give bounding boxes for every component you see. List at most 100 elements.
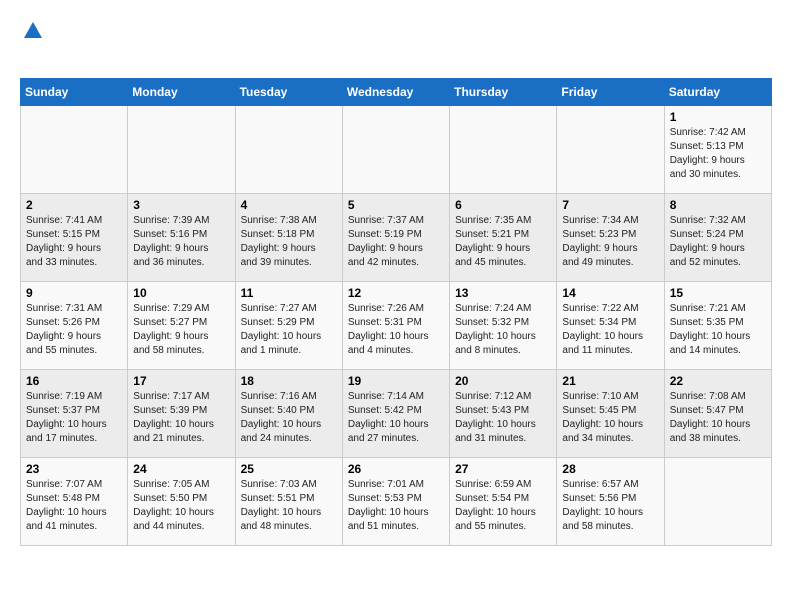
day-number: 1 [670, 110, 766, 124]
week-row-4: 16 Sunrise: 7:19 AM Sunset: 5:37 PM Dayli… [21, 370, 772, 458]
day-info: Sunrise: 7:08 AM Sunset: 5:47 PM Dayligh… [670, 390, 766, 446]
calendar-cell [557, 106, 664, 194]
calendar-cell: 8 Sunrise: 7:32 AM Sunset: 5:24 PM Daylig… [664, 194, 771, 282]
calendar-cell [21, 106, 128, 194]
day-info: Sunrise: 7:39 AM Sunset: 5:16 PM Dayligh… [133, 214, 229, 270]
header-thursday: Thursday [450, 79, 557, 106]
day-info: Sunrise: 6:59 AM Sunset: 5:54 PM Dayligh… [455, 478, 551, 534]
header-sunday: Sunday [21, 79, 128, 106]
header-friday: Friday [557, 79, 664, 106]
calendar-cell: 22 Sunrise: 7:08 AM Sunset: 5:47 PM Dayli… [664, 370, 771, 458]
calendar-cell: 12Sunrise: 7:26 AM Sunset: 5:31 PM Dayli… [342, 282, 449, 370]
calendar-cell: 10Sunrise: 7:29 AM Sunset: 5:27 PM Dayli… [128, 282, 235, 370]
day-number: 27 [455, 462, 551, 476]
day-number: 18 [241, 374, 337, 388]
day-number: 6 [455, 198, 551, 212]
day-info: Sunrise: 7:35 AM Sunset: 5:21 PM Dayligh… [455, 214, 551, 270]
day-number: 16 [26, 374, 122, 388]
calendar-cell: 9 Sunrise: 7:31 AM Sunset: 5:26 PM Daylig… [21, 282, 128, 370]
day-number: 23 [26, 462, 122, 476]
calendar-cell [450, 106, 557, 194]
day-number: 8 [670, 198, 766, 212]
calendar-cell [235, 106, 342, 194]
week-row-5: 23 Sunrise: 7:07 AM Sunset: 5:48 PM Dayli… [21, 458, 772, 546]
calendar-cell: 19 Sunrise: 7:14 AM Sunset: 5:42 PM Dayli… [342, 370, 449, 458]
calendar-cell [664, 458, 771, 546]
day-info: Sunrise: 7:10 AM Sunset: 5:45 PM Dayligh… [562, 390, 658, 446]
calendar-cell: 28 Sunrise: 6:57 AM Sunset: 5:56 PM Dayli… [557, 458, 664, 546]
calendar-cell: 27 Sunrise: 6:59 AM Sunset: 5:54 PM Dayli… [450, 458, 557, 546]
calendar-cell: 3 Sunrise: 7:39 AM Sunset: 5:16 PM Daylig… [128, 194, 235, 282]
day-number: 20 [455, 374, 551, 388]
day-info: Sunrise: 7:27 AM Sunset: 5:29 PM Dayligh… [241, 302, 337, 358]
day-number: 4 [241, 198, 337, 212]
day-number: 2 [26, 198, 122, 212]
calendar-cell: 13Sunrise: 7:24 AM Sunset: 5:32 PM Dayli… [450, 282, 557, 370]
day-info: Sunrise: 7:07 AM Sunset: 5:48 PM Dayligh… [26, 478, 122, 534]
logo-icon [22, 20, 44, 42]
day-number: 14 [562, 286, 658, 300]
day-number: 24 [133, 462, 229, 476]
page-header [20, 20, 772, 68]
day-info: Sunrise: 7:16 AM Sunset: 5:40 PM Dayligh… [241, 390, 337, 446]
day-info: Sunrise: 7:34 AM Sunset: 5:23 PM Dayligh… [562, 214, 658, 270]
day-number: 9 [26, 286, 122, 300]
day-number: 26 [348, 462, 444, 476]
day-info: Sunrise: 7:14 AM Sunset: 5:42 PM Dayligh… [348, 390, 444, 446]
calendar-cell [128, 106, 235, 194]
calendar-cell: 24 Sunrise: 7:05 AM Sunset: 5:50 PM Dayli… [128, 458, 235, 546]
header-wednesday: Wednesday [342, 79, 449, 106]
calendar-cell: 18 Sunrise: 7:16 AM Sunset: 5:40 PM Dayli… [235, 370, 342, 458]
day-info: Sunrise: 7:12 AM Sunset: 5:43 PM Dayligh… [455, 390, 551, 446]
day-number: 3 [133, 198, 229, 212]
day-number: 17 [133, 374, 229, 388]
day-info: Sunrise: 7:38 AM Sunset: 5:18 PM Dayligh… [241, 214, 337, 270]
calendar-cell: 23 Sunrise: 7:07 AM Sunset: 5:48 PM Dayli… [21, 458, 128, 546]
day-number: 10 [133, 286, 229, 300]
calendar-cell [342, 106, 449, 194]
calendar-cell: 16 Sunrise: 7:19 AM Sunset: 5:37 PM Dayli… [21, 370, 128, 458]
calendar-cell: 25 Sunrise: 7:03 AM Sunset: 5:51 PM Dayli… [235, 458, 342, 546]
day-info: Sunrise: 7:26 AM Sunset: 5:31 PM Dayligh… [348, 302, 444, 358]
day-info: Sunrise: 7:22 AM Sunset: 5:34 PM Dayligh… [562, 302, 658, 358]
calendar-cell: 7 Sunrise: 7:34 AM Sunset: 5:23 PM Daylig… [557, 194, 664, 282]
header-tuesday: Tuesday [235, 79, 342, 106]
week-row-2: 2 Sunrise: 7:41 AM Sunset: 5:15 PM Daylig… [21, 194, 772, 282]
calendar-cell: 20 Sunrise: 7:12 AM Sunset: 5:43 PM Dayli… [450, 370, 557, 458]
day-number: 25 [241, 462, 337, 476]
day-info: Sunrise: 7:19 AM Sunset: 5:37 PM Dayligh… [26, 390, 122, 446]
day-number: 19 [348, 374, 444, 388]
day-number: 28 [562, 462, 658, 476]
calendar-cell: 26 Sunrise: 7:01 AM Sunset: 5:53 PM Dayli… [342, 458, 449, 546]
calendar-cell: 11 Sunrise: 7:27 AM Sunset: 5:29 PM Dayli… [235, 282, 342, 370]
day-info: Sunrise: 7:01 AM Sunset: 5:53 PM Dayligh… [348, 478, 444, 534]
logo [20, 20, 46, 68]
calendar-body: 1 Sunrise: 7:42 AM Sunset: 5:13 PM Daylig… [21, 106, 772, 546]
day-number: 7 [562, 198, 658, 212]
day-number: 22 [670, 374, 766, 388]
day-info: Sunrise: 7:37 AM Sunset: 5:19 PM Dayligh… [348, 214, 444, 270]
calendar-cell: 14 Sunrise: 7:22 AM Sunset: 5:34 PM Dayli… [557, 282, 664, 370]
day-number: 13 [455, 286, 551, 300]
calendar-cell: 6 Sunrise: 7:35 AM Sunset: 5:21 PM Daylig… [450, 194, 557, 282]
calendar-cell: 4 Sunrise: 7:38 AM Sunset: 5:18 PM Daylig… [235, 194, 342, 282]
day-info: Sunrise: 7:32 AM Sunset: 5:24 PM Dayligh… [670, 214, 766, 270]
day-info: Sunrise: 6:57 AM Sunset: 5:56 PM Dayligh… [562, 478, 658, 534]
calendar-cell: 2 Sunrise: 7:41 AM Sunset: 5:15 PM Daylig… [21, 194, 128, 282]
day-info: Sunrise: 7:42 AM Sunset: 5:13 PM Dayligh… [670, 126, 766, 182]
calendar-cell: 5 Sunrise: 7:37 AM Sunset: 5:19 PM Daylig… [342, 194, 449, 282]
calendar-cell: 1 Sunrise: 7:42 AM Sunset: 5:13 PM Daylig… [664, 106, 771, 194]
calendar-table: SundayMondayTuesdayWednesdayThursdayFrid… [20, 78, 772, 546]
day-info: Sunrise: 7:31 AM Sunset: 5:26 PM Dayligh… [26, 302, 122, 358]
week-row-1: 1 Sunrise: 7:42 AM Sunset: 5:13 PM Daylig… [21, 106, 772, 194]
day-number: 5 [348, 198, 444, 212]
day-info: Sunrise: 7:21 AM Sunset: 5:35 PM Dayligh… [670, 302, 766, 358]
day-info: Sunrise: 7:41 AM Sunset: 5:15 PM Dayligh… [26, 214, 122, 270]
week-row-3: 9 Sunrise: 7:31 AM Sunset: 5:26 PM Daylig… [21, 282, 772, 370]
calendar-header: SundayMondayTuesdayWednesdayThursdayFrid… [21, 79, 772, 106]
day-number: 11 [241, 286, 337, 300]
day-info: Sunrise: 7:05 AM Sunset: 5:50 PM Dayligh… [133, 478, 229, 534]
calendar-cell: 17Sunrise: 7:17 AM Sunset: 5:39 PM Dayli… [128, 370, 235, 458]
calendar-cell: 21Sunrise: 7:10 AM Sunset: 5:45 PM Dayli… [557, 370, 664, 458]
day-info: Sunrise: 7:03 AM Sunset: 5:51 PM Dayligh… [241, 478, 337, 534]
